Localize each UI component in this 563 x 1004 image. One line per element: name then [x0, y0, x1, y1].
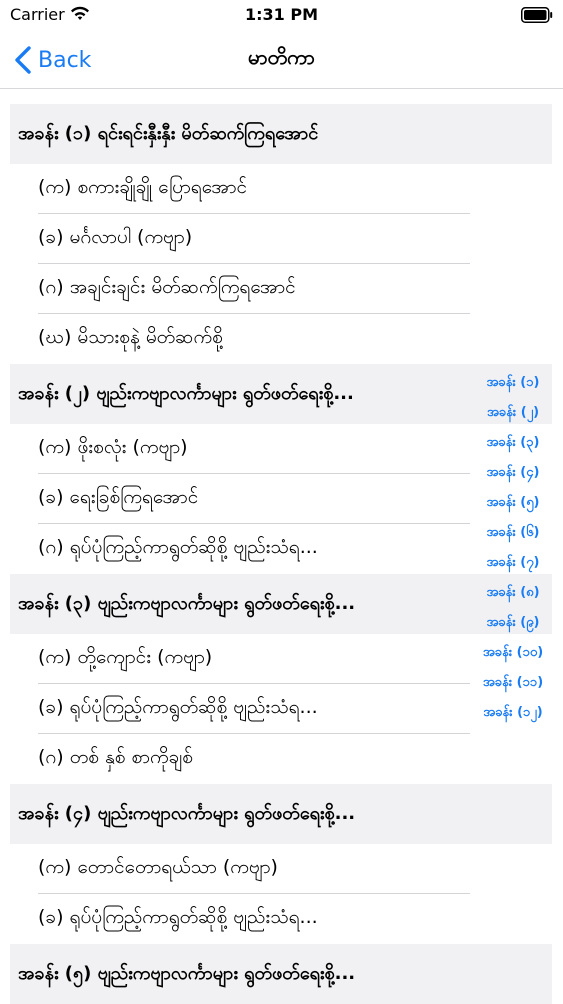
clock: 1:31 PM — [244, 5, 318, 24]
section-index-item[interactable]: အခန်း (၁) — [466, 368, 560, 398]
page-title: မာတိကာ — [248, 45, 315, 69]
section-header: အခန်း (၅) ဗျည်းကဗျာလင်္ကာများ ရွတ်ဖတ်ရေး… — [10, 944, 552, 1004]
section-index-item[interactable]: အခန်း (၁၂) — [466, 698, 560, 728]
section-index-item[interactable]: အခန်း (၆) — [466, 518, 560, 548]
section-index-item[interactable]: အခန်း (၇) — [466, 548, 560, 578]
list-item[interactable]: (ဂ) တစ် နှစ် စာကိုချစ် — [0, 734, 563, 784]
list-item[interactable]: (က) တောင်တောရယ်သာ (ကဗျာ) — [0, 844, 563, 894]
list-item[interactable]: (ဂ) အချင်းချင်း မိတ်ဆက်ကြရအောင် — [0, 264, 563, 314]
section-index-item[interactable]: အခန်း (၉) — [466, 608, 560, 638]
section-index-item[interactable]: အခန်း (၄) — [466, 458, 560, 488]
list-item[interactable]: (ခ) ရုပ်ပုံကြည့်ကာရွတ်ဆိုစို့ ဗျည်းသံရ..… — [0, 894, 563, 944]
section-index-bar[interactable]: အခန်း (၁) အခန်း (၂) အခန်း (၃) အခန်း (၄) … — [466, 368, 560, 728]
section-index-item[interactable]: အခန်း (၃) — [466, 428, 560, 458]
status-bar: Carrier 1:31 PM — [0, 0, 563, 32]
navigation-bar: Back မာတိကာ — [0, 32, 563, 89]
list-item[interactable]: (က) စကားချိုချို ပြောရအောင် — [0, 164, 563, 214]
section-header: အခန်း (၄) ဗျည်းကဗျာလင်္ကာများ ရွတ်ဖတ်ရေး… — [10, 784, 552, 844]
section-index-item[interactable]: အခန်း (၁၁) — [466, 668, 560, 698]
section-index-item[interactable]: အခန်း (၁၀) — [466, 638, 560, 668]
list-item[interactable]: (ခ) မင်္ဂလာပါ (ကဗျာ) — [0, 214, 563, 264]
battery-icon — [521, 7, 553, 23]
section-index-item[interactable]: အခန်း (၈) — [466, 578, 560, 608]
section-index-item[interactable]: အခန်း (၂) — [466, 398, 560, 428]
list-item[interactable]: (ဃ) မိသားစုနဲ့ မိတ်ဆက်စို့ — [0, 314, 563, 364]
section-index-item[interactable]: အခန်း (၅) — [466, 488, 560, 518]
section-header: အခန်း (၁) ရင်းရင်းနှီးနှီး မိတ်ဆက်ကြရအော… — [10, 104, 552, 164]
